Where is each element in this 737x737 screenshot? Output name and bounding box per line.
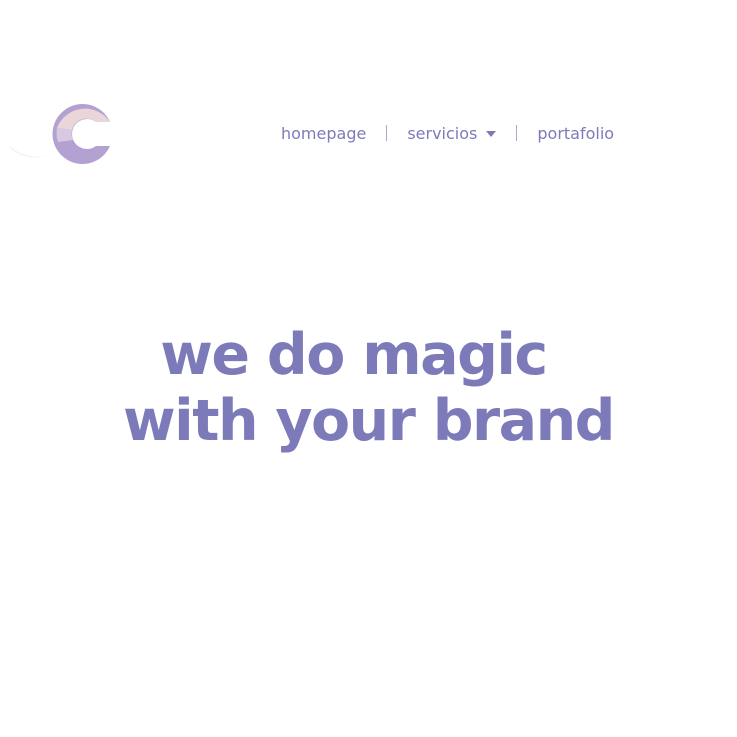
nav-item-label: servicios xyxy=(407,123,478,143)
brand-logo[interactable]: C xyxy=(4,98,120,170)
main-nav: homepage servicios portafolio xyxy=(281,121,614,145)
nav-item-homepage[interactable]: homepage xyxy=(281,124,366,143)
hero-headline: we do magic with your brand xyxy=(0,322,737,454)
caret-down-icon[interactable] xyxy=(486,131,497,137)
nav-divider xyxy=(386,125,388,141)
nav-item-portafolio[interactable]: portafolio xyxy=(537,124,614,143)
hero-line-2: with your brand xyxy=(123,388,615,454)
nav-item-label: homepage xyxy=(281,123,367,143)
logo-letter-c-mid xyxy=(56,128,73,142)
logo-swoosh xyxy=(8,146,46,158)
nav-item-label: portafolio xyxy=(537,123,615,143)
nav-item-servicios[interactable]: servicios xyxy=(407,123,497,143)
nav-divider xyxy=(516,125,518,141)
hero-line-1: we do magic xyxy=(160,322,548,388)
